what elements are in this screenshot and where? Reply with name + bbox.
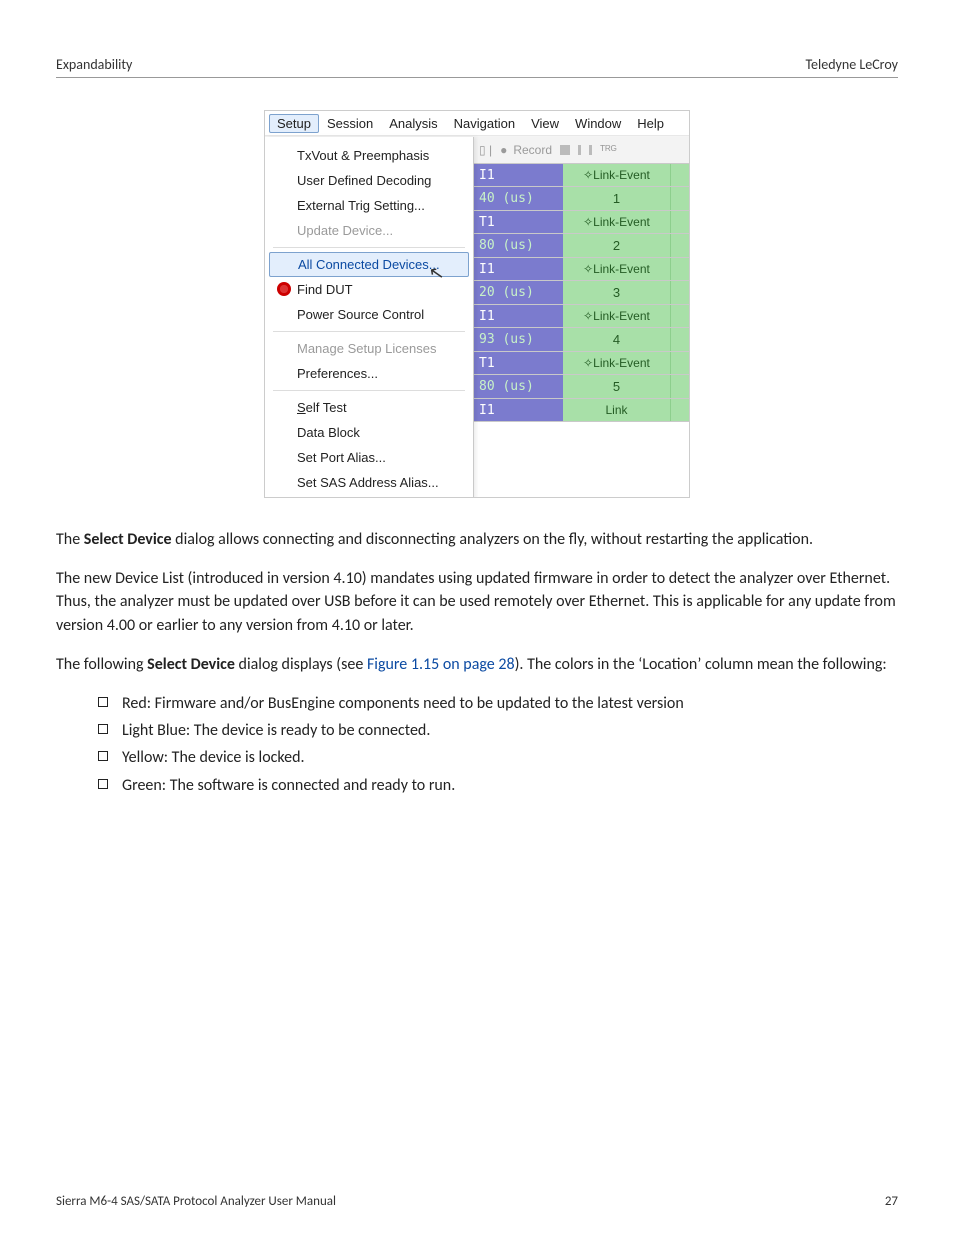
trigger-icon[interactable]: ᵀᴿᴳ (600, 143, 617, 157)
cell: 1 (563, 187, 670, 210)
cell: I1 (473, 258, 563, 280)
footer-page: 27 (885, 1194, 898, 1209)
list-item: Light Blue: The device is ready to be co… (98, 719, 898, 742)
cell: 80 (us) (473, 375, 563, 398)
cell: 4 (563, 328, 670, 351)
setup-dropdown: TxVout & Preemphasis User Defined Decodi… (265, 137, 474, 498)
cell: 2 (563, 234, 670, 257)
figure-xref[interactable]: Figure 1.15 on page 28 (367, 655, 515, 674)
cell (670, 234, 689, 257)
cell (670, 281, 689, 304)
record-button[interactable]: ● Record (500, 143, 552, 157)
dd-sep-2 (273, 331, 465, 332)
cell: ✧ Link-Event (563, 258, 670, 280)
dd-set-sas-alias[interactable]: Set SAS Address Alias... (265, 470, 473, 495)
cell: 40 (us) (473, 187, 563, 210)
cell: I1 (473, 305, 563, 327)
dd-set-port-alias[interactable]: Set Port Alias... (265, 445, 473, 470)
stop-button[interactable] (560, 145, 570, 155)
menu-session[interactable]: Session (319, 114, 381, 133)
list-item: Yellow: The device is locked. (98, 746, 898, 769)
list-item: Red: Firmware and/or BusEngine component… (98, 692, 898, 715)
cell: T1 (473, 211, 563, 233)
paragraph-2: The new Device List (introduced in versi… (56, 567, 898, 637)
footer-left: Sierra M6-4 SAS/SATA Protocol Analyzer U… (56, 1194, 336, 1209)
cell: ✧ Link-Event (563, 211, 670, 233)
dd-txvout[interactable]: TxVout & Preemphasis (265, 143, 473, 168)
cell: I1 (473, 164, 563, 186)
menu-help[interactable]: Help (629, 114, 672, 133)
color-legend-list: Red: Firmware and/or BusEngine component… (56, 692, 898, 797)
cell: 5 (563, 375, 670, 398)
cell (670, 211, 689, 233)
header-left: Expandability (56, 56, 132, 73)
cell: T1 (473, 352, 563, 374)
menu-setup[interactable]: Setup (269, 114, 319, 133)
menubar: Setup Session Analysis Navigation View W… (265, 111, 689, 136)
cell: 80 (us) (473, 234, 563, 257)
dd-ext-trig[interactable]: External Trig Setting... (265, 193, 473, 218)
cell (670, 399, 689, 421)
cell: 93 (us) (473, 328, 563, 351)
dd-sep-1 (273, 247, 465, 248)
header-rule (56, 77, 898, 78)
dd-manage-licenses: Manage Setup Licenses (265, 336, 473, 361)
cell (670, 187, 689, 210)
figure-screenshot: Setup Session Analysis Navigation View W… (56, 110, 898, 498)
cell: ✧ Link-Event (563, 164, 670, 186)
cell: 20 (us) (473, 281, 563, 304)
header-right: Teledyne LeCroy (805, 56, 898, 73)
list-item: Green: The software is connected and rea… (98, 774, 898, 797)
dd-preferences[interactable]: Preferences... (265, 361, 473, 386)
menu-analysis[interactable]: Analysis (381, 114, 445, 133)
dd-self-test[interactable]: Self Test (265, 395, 473, 420)
dd-power-source[interactable]: Power Source Control (265, 302, 473, 327)
toolbar-left: ▯ | (479, 143, 492, 157)
cell (670, 352, 689, 374)
cell (670, 375, 689, 398)
menu-window[interactable]: Window (567, 114, 629, 133)
toolbar: ▯ | ● Record ᵀᴿᴳ (473, 137, 689, 164)
dd-user-decoding[interactable]: User Defined Decoding (265, 168, 473, 193)
cell: Link (563, 399, 670, 421)
cell: I1 (473, 399, 563, 421)
dd-data-block[interactable]: Data Block (265, 420, 473, 445)
cell (670, 328, 689, 351)
paragraph-1: The Select Device dialog allows connecti… (56, 528, 898, 551)
cell (670, 305, 689, 327)
menu-navigation[interactable]: Navigation (446, 114, 523, 133)
dd-sep-3 (273, 390, 465, 391)
data-table: I1✧ Link-Event 40 (us)1 T1✧ Link-Event 8… (473, 163, 689, 497)
dd-update-device: Update Device... (265, 218, 473, 243)
cell: 3 (563, 281, 670, 304)
cell (670, 164, 689, 186)
cell: ✧ Link-Event (563, 352, 670, 374)
pause-button[interactable] (578, 145, 592, 155)
menu-view[interactable]: View (523, 114, 567, 133)
cell: ✧ Link-Event (563, 305, 670, 327)
cell (670, 258, 689, 280)
paragraph-3: The following Select Device dialog displ… (56, 653, 898, 676)
